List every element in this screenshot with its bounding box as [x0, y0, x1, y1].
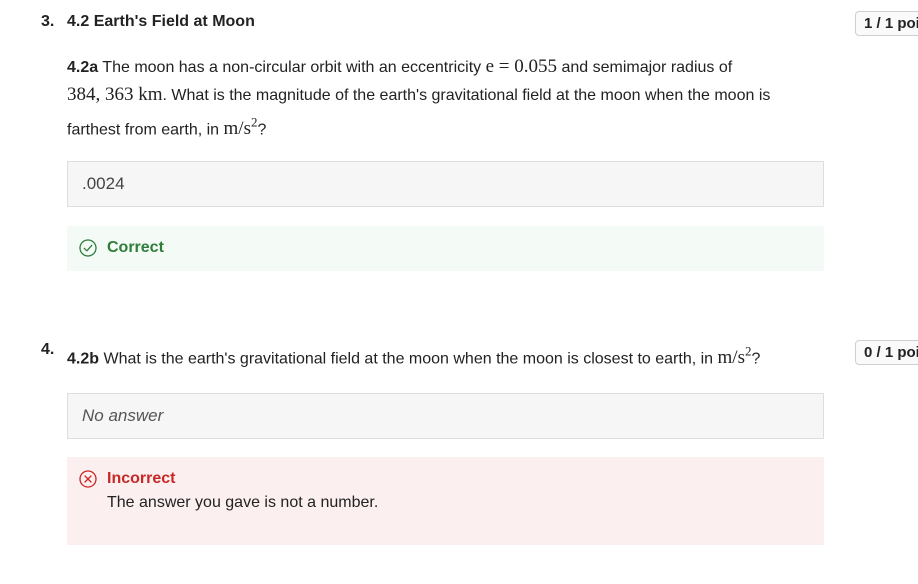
radius-math: 384, 363 km [67, 84, 163, 105]
x-circle-icon [79, 470, 97, 488]
prompt-text: What is the earth's gravitational field … [103, 350, 714, 368]
unit-math: m/s2 [223, 115, 258, 140]
unit-math: m/s2 [717, 344, 752, 369]
question-prompt: 4.2b What is the earth's gravitational f… [67, 338, 837, 372]
feedback-message: The answer you gave is not a number. [107, 494, 379, 511]
points-badge: 1 / 1 poi [855, 11, 918, 36]
answer-field[interactable]: .0024 [67, 161, 824, 207]
prompt-end: ? [257, 121, 267, 139]
feedback-status: Incorrect [107, 470, 176, 487]
points-badge: 0 / 1 poi [855, 340, 918, 365]
question-number: 4. [41, 341, 55, 358]
prompt-text: . What is the magnitude of the earth's g… [162, 87, 771, 104]
eccentricity-math: e = 0.055 [485, 56, 557, 77]
feedback-correct: Correct [67, 226, 824, 271]
question-title: 4.2 Earth's Field at Moon [67, 13, 255, 30]
prompt-end: ? [751, 350, 761, 368]
question-prompt: 4.2a The moon has a non-circular orbit w… [67, 53, 827, 143]
check-circle-icon [79, 239, 97, 257]
answer-field[interactable]: No answer [67, 393, 824, 439]
question-number: 3. [41, 13, 55, 30]
prompt-text: The moon has a non-circular orbit with a… [102, 59, 482, 76]
feedback-status: Correct [107, 239, 164, 256]
prompt-text: farthest from earth, in [67, 121, 220, 139]
feedback-incorrect: Incorrect The answer you gave is not a n… [67, 457, 824, 545]
prompt-text: and semimajor radius of [561, 59, 733, 76]
part-label: 4.2a [67, 59, 99, 76]
part-label: 4.2b [67, 350, 100, 368]
